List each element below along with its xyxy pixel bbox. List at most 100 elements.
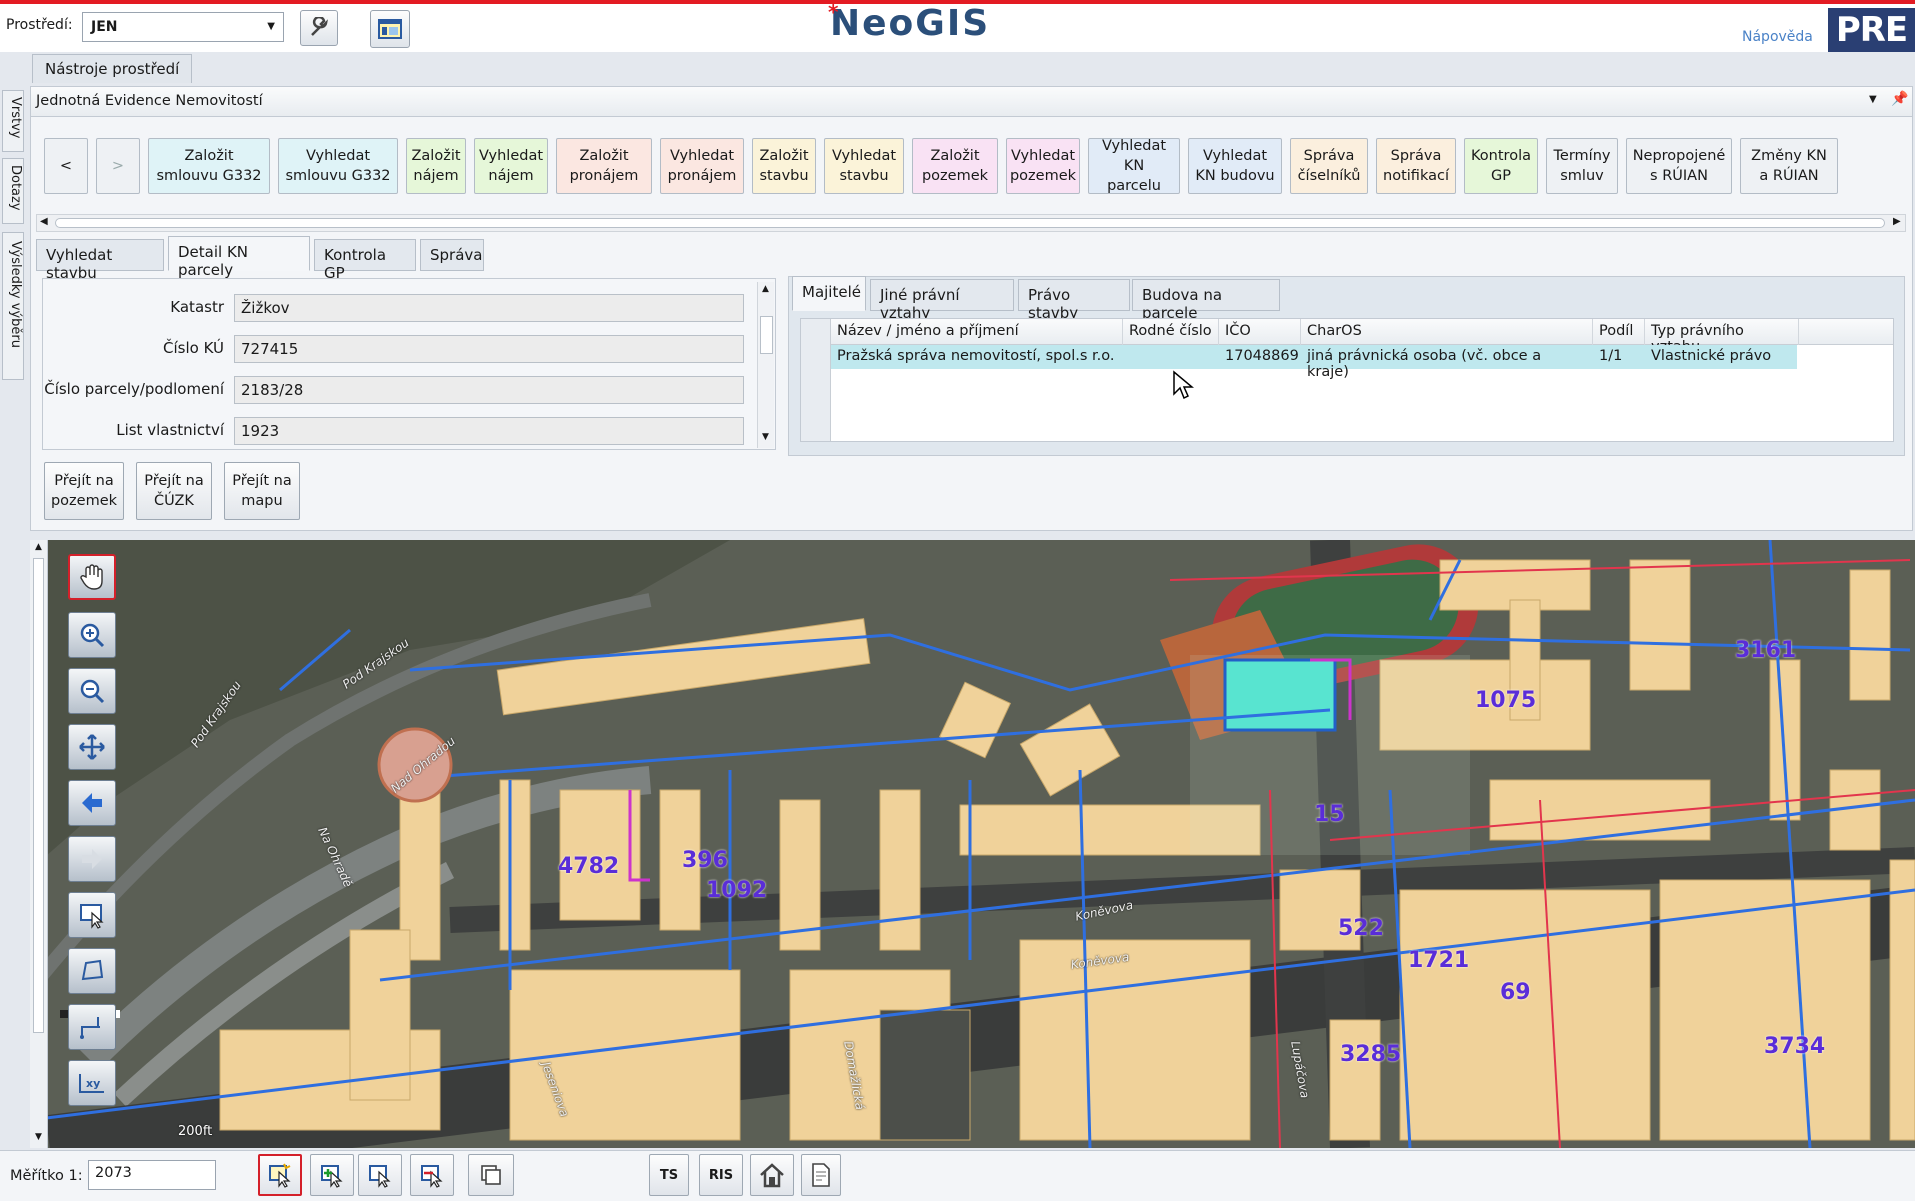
measure-distance-button[interactable] — [68, 1004, 116, 1050]
xy-coordinates-button[interactable]: xy — [68, 1060, 116, 1106]
quick-button-16[interactable]: Nepropojené s RÚIAN — [1626, 138, 1732, 194]
scroll-down-arrow-icon[interactable]: ▼ — [762, 432, 769, 442]
scale-input[interactable]: 2073 — [88, 1160, 216, 1190]
nav-back-button[interactable]: < — [44, 138, 88, 194]
select-plus-button[interactable] — [310, 1154, 354, 1196]
select-rectangle-button[interactable] — [68, 892, 116, 938]
quick-button-5[interactable]: Vyhledat pronájem — [660, 138, 744, 194]
tab-detail-1[interactable]: Detail KN parcely — [168, 236, 310, 279]
form-scrollbar[interactable]: ▲ ▼ — [757, 282, 774, 448]
tab-detail-0[interactable]: Vyhledat stavbu — [36, 239, 164, 282]
ts-button[interactable]: TS — [649, 1154, 689, 1196]
quick-button-9[interactable]: Vyhledat pozemek — [1006, 138, 1080, 194]
quick-button-14[interactable]: Kontrola GP — [1464, 138, 1538, 194]
side-tab-results[interactable]: Výsledky výběru — [2, 232, 24, 380]
zoom-out-button[interactable] — [68, 668, 116, 714]
home-button[interactable] — [750, 1154, 794, 1196]
tab-owner-0[interactable]: Majitelé — [792, 276, 866, 311]
scale-bar-label: 200ft — [178, 1124, 213, 1139]
quick-button-7[interactable]: Vyhledat stavbu — [824, 138, 904, 194]
tab-owner-3[interactable]: Budova na parcele — [1132, 279, 1280, 322]
quick-button-line2: a RÚIAN — [1759, 168, 1819, 184]
quick-button-1[interactable]: Vyhledat smlouvu G332 — [278, 138, 398, 194]
tab-detail-3[interactable]: Správa — [420, 239, 484, 271]
field-value-1[interactable]: 727415 — [234, 335, 744, 363]
zoom-slider-down-icon[interactable]: ▼ — [35, 1132, 42, 1142]
quick-button-label: Založit stavbu — [759, 146, 808, 186]
layout-toggle-button[interactable] — [370, 10, 410, 48]
full-extent-button[interactable] — [68, 724, 116, 770]
quick-button-0[interactable]: Založit smlouvu G332 — [148, 138, 270, 194]
quick-button-8[interactable]: Založit pozemek — [912, 138, 998, 194]
pin-icon[interactable]: 📌 — [1891, 91, 1908, 107]
scroll-right-arrow-icon[interactable]: ▶ — [1893, 216, 1901, 227]
map-view[interactable] — [30, 540, 1915, 1148]
quick-button-line2: nájem — [413, 168, 459, 184]
quick-action-toolbar: < > Založit smlouvu G332 Vyhledat smlouvu G33… — [44, 138, 1904, 198]
quick-button-11[interactable]: Vyhledat KN budovu — [1188, 138, 1282, 194]
quick-button-3[interactable]: Vyhledat nájem — [474, 138, 548, 194]
side-tab-layers[interactable]: Vrstvy — [2, 90, 24, 152]
quick-button-12[interactable]: Správa číselníků — [1290, 138, 1368, 194]
scrollbar-thumb[interactable] — [55, 218, 1885, 228]
action-button-label: Přejít na mapu — [232, 471, 291, 511]
select-remove-button[interactable] — [410, 1154, 454, 1196]
environment-select[interactable]: JEN ▼ — [82, 12, 284, 42]
pan-hand-button[interactable] — [68, 554, 116, 600]
help-link[interactable]: Nápověda — [1742, 29, 1813, 45]
clear-selection-button[interactable] — [468, 1154, 514, 1196]
settings-wrench-button[interactable] — [300, 10, 338, 46]
quick-button-2[interactable]: Založit nájem — [406, 138, 466, 194]
top-bar: Prostředí: JEN ▼ NeoGIS * Nápověda PRE — [0, 0, 1915, 52]
quick-button-15[interactable]: Termíny smluv — [1546, 138, 1618, 194]
action-button-1[interactable]: Přejít na ČÚZK — [136, 462, 212, 520]
quick-button-label: Vyhledat pronájem — [668, 146, 737, 186]
side-tab-queries[interactable]: Dotazy — [2, 158, 24, 224]
document-icon — [812, 1163, 830, 1187]
action-button-2[interactable]: Přejít na mapu — [224, 462, 300, 520]
column-header-1[interactable]: Rodné číslo — [1123, 319, 1219, 345]
quick-button-17[interactable]: Změny KN a RÚIAN — [1740, 138, 1838, 194]
field-value-0[interactable]: Žižkov — [234, 294, 744, 322]
tab-detail-2[interactable]: Kontrola GP — [314, 239, 416, 282]
select-add-button[interactable] — [258, 1154, 302, 1196]
zoom-slider-thumb[interactable] — [33, 558, 44, 1033]
toolbar-scrollbar[interactable]: ◀ ▶ — [36, 214, 1906, 232]
quick-button-4[interactable]: Založit pronájem — [556, 138, 652, 194]
quick-button-line1: Vyhledat — [1202, 148, 1268, 164]
field-value-2[interactable]: 2183/28 — [234, 376, 744, 404]
tab-owner-2[interactable]: Právo stavby — [1018, 279, 1130, 322]
measure-area-button[interactable] — [68, 948, 116, 994]
tab-owner-1[interactable]: Jiné právní vztahy — [870, 279, 1014, 322]
zoom-slider-up-icon[interactable]: ▲ — [35, 542, 42, 552]
map-canvas[interactable] — [30, 540, 1915, 1148]
previous-extent-button[interactable] — [68, 780, 116, 826]
column-header-3[interactable]: CharOS — [1301, 319, 1593, 345]
quick-button-line2: smlouvu G332 — [285, 168, 391, 184]
scroll-up-arrow-icon[interactable]: ▲ — [762, 284, 769, 294]
field-value-3[interactable]: 1923 — [234, 417, 744, 445]
print-report-button[interactable] — [801, 1154, 841, 1196]
quick-button-line1: Vyhledat — [831, 148, 897, 164]
tab-tools-environment[interactable]: Nástroje prostředí — [32, 54, 193, 83]
form-scrollbar-thumb[interactable] — [760, 316, 773, 354]
zoom-in-button[interactable] — [68, 612, 116, 658]
action-button-0[interactable]: Přejít na pozemek — [44, 462, 124, 520]
column-header-4[interactable]: Podíl — [1593, 319, 1645, 345]
select-intersect-button[interactable] — [358, 1154, 402, 1196]
map-zoom-slider[interactable]: ▲ ▼ — [30, 540, 48, 1148]
nav-forward-button[interactable]: > — [96, 138, 140, 194]
quick-button-10[interactable]: Vyhledat KN parcelu — [1088, 138, 1180, 194]
quick-button-13[interactable]: Správa notifikací — [1376, 138, 1456, 194]
scroll-left-arrow-icon[interactable]: ◀ — [40, 216, 48, 227]
column-header-0[interactable]: Název / jméno a příjmení — [831, 319, 1123, 345]
quick-button-label: Nepropojené s RÚIAN — [1633, 146, 1726, 186]
table-cell-4: 1/1 — [1599, 348, 1623, 364]
quick-button-6[interactable]: Založit stavbu — [752, 138, 816, 194]
ris-button[interactable]: RIS — [699, 1154, 743, 1196]
collapse-chevron-icon[interactable]: ▼ — [1869, 94, 1877, 105]
column-header-2[interactable]: IČO — [1219, 319, 1301, 345]
column-header-5[interactable]: Typ právního vztahu — [1645, 319, 1799, 355]
next-extent-button[interactable] — [68, 836, 116, 882]
wrench-icon — [311, 17, 328, 36]
